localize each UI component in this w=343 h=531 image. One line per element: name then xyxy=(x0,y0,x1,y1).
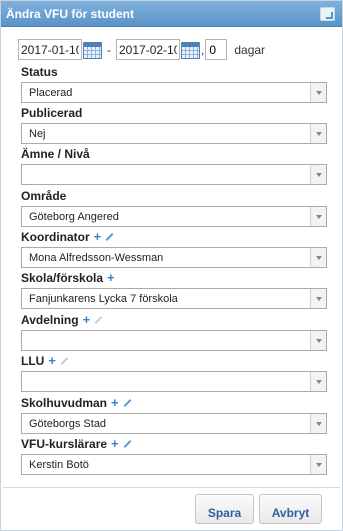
calendar-icon[interactable] xyxy=(83,41,102,59)
llu-label: LLU xyxy=(21,353,45,368)
amne-label: Ämne / Nivå xyxy=(21,146,90,161)
skola-value: Fanjunkarens Lycka 7 förskola xyxy=(29,293,178,305)
status-field: Status Placerad xyxy=(21,64,327,103)
kurslarare-select[interactable]: Kerstin Botö xyxy=(21,454,327,475)
chevron-down-icon[interactable] xyxy=(310,124,326,143)
dialog-titlebar: Ändra VFU för student xyxy=(1,1,342,27)
avdelning-label: Avdelning xyxy=(21,312,79,327)
chevron-down-icon[interactable] xyxy=(310,455,326,474)
pencil-icon xyxy=(60,356,69,365)
omrade-select[interactable]: Göteborg Angered xyxy=(21,206,327,227)
add-icon[interactable]: + xyxy=(83,313,91,326)
skolhuvudman-field: Skolhuvudman + Göteborgs Stad xyxy=(21,395,327,434)
publicerad-value: Nej xyxy=(29,128,46,140)
publicerad-label: Publicerad xyxy=(21,105,83,120)
avdelning-select[interactable] xyxy=(21,330,327,351)
add-icon[interactable]: + xyxy=(111,437,119,450)
kurslarare-value: Kerstin Botö xyxy=(29,459,89,471)
skola-field: Skola/förskola + Fanjunkarens Lycka 7 för… xyxy=(21,270,327,309)
chevron-down-icon[interactable] xyxy=(310,331,326,350)
chevron-down-icon[interactable] xyxy=(310,207,326,226)
chevron-down-icon[interactable] xyxy=(310,248,326,267)
edit-vfu-dialog: Ändra VFU för student - , dagar Status P… xyxy=(0,0,343,531)
amne-field: Ämne / Nivå xyxy=(21,146,327,185)
add-icon[interactable]: + xyxy=(48,354,56,367)
save-button[interactable]: Spara xyxy=(195,494,254,524)
end-date-input[interactable] xyxy=(116,39,180,60)
pencil-icon[interactable] xyxy=(123,398,131,407)
add-icon[interactable]: + xyxy=(94,230,102,243)
pencil-icon[interactable] xyxy=(105,232,114,241)
llu-select[interactable] xyxy=(21,371,327,392)
skola-select[interactable]: Fanjunkarens Lycka 7 förskola xyxy=(21,288,327,309)
close-icon[interactable] xyxy=(320,7,335,21)
days-label: dagar xyxy=(234,42,266,57)
pencil-icon xyxy=(94,315,103,324)
footer-divider xyxy=(3,487,340,488)
chevron-down-icon[interactable] xyxy=(310,83,326,102)
comma: , xyxy=(201,42,205,57)
add-icon[interactable]: + xyxy=(111,396,119,409)
status-value: Placerad xyxy=(29,87,73,99)
koordinator-field: Koordinator + Mona Alfredsson-Wessman xyxy=(21,229,327,268)
koordinator-select[interactable]: Mona Alfredsson-Wessman xyxy=(21,247,327,268)
add-icon[interactable]: + xyxy=(107,271,115,284)
status-label: Status xyxy=(21,64,58,79)
chevron-down-icon[interactable] xyxy=(310,165,326,184)
amne-select[interactable] xyxy=(21,164,327,185)
days-input[interactable] xyxy=(205,39,228,60)
omrade-value: Göteborg Angered xyxy=(29,211,119,223)
date-range: - , dagar xyxy=(18,39,265,60)
start-date-input[interactable] xyxy=(18,39,82,60)
kurslarare-field: VFU-kurslärare + Kerstin Botö xyxy=(21,436,327,475)
koordinator-label: Koordinator xyxy=(21,229,90,244)
chevron-down-icon[interactable] xyxy=(310,372,326,391)
pencil-icon[interactable] xyxy=(123,439,132,448)
skola-label: Skola/förskola xyxy=(21,270,104,285)
dialog-title: Ändra VFU för student xyxy=(6,7,134,21)
omrade-field: Område Göteborg Angered xyxy=(21,188,327,227)
cancel-button[interactable]: Avbryt xyxy=(259,494,322,524)
skolhuvudman-label: Skolhuvudman xyxy=(21,395,108,410)
kurslarare-label: VFU-kurslärare xyxy=(21,436,108,451)
status-select[interactable]: Placerad xyxy=(21,82,327,103)
skolhuvudman-value: Göteborgs Stad xyxy=(29,418,107,430)
date-separator: - xyxy=(107,42,111,57)
publicerad-select[interactable]: Nej xyxy=(21,123,327,144)
omrade-label: Område xyxy=(21,188,67,203)
chevron-down-icon[interactable] xyxy=(310,289,326,308)
calendar-icon[interactable] xyxy=(181,41,200,59)
koordinator-value: Mona Alfredsson-Wessman xyxy=(29,252,164,264)
llu-field: LLU + xyxy=(21,353,327,392)
chevron-down-icon[interactable] xyxy=(310,414,326,433)
skolhuvudman-select[interactable]: Göteborgs Stad xyxy=(21,413,327,434)
avdelning-field: Avdelning + xyxy=(21,312,327,351)
publicerad-field: Publicerad Nej xyxy=(21,105,327,144)
